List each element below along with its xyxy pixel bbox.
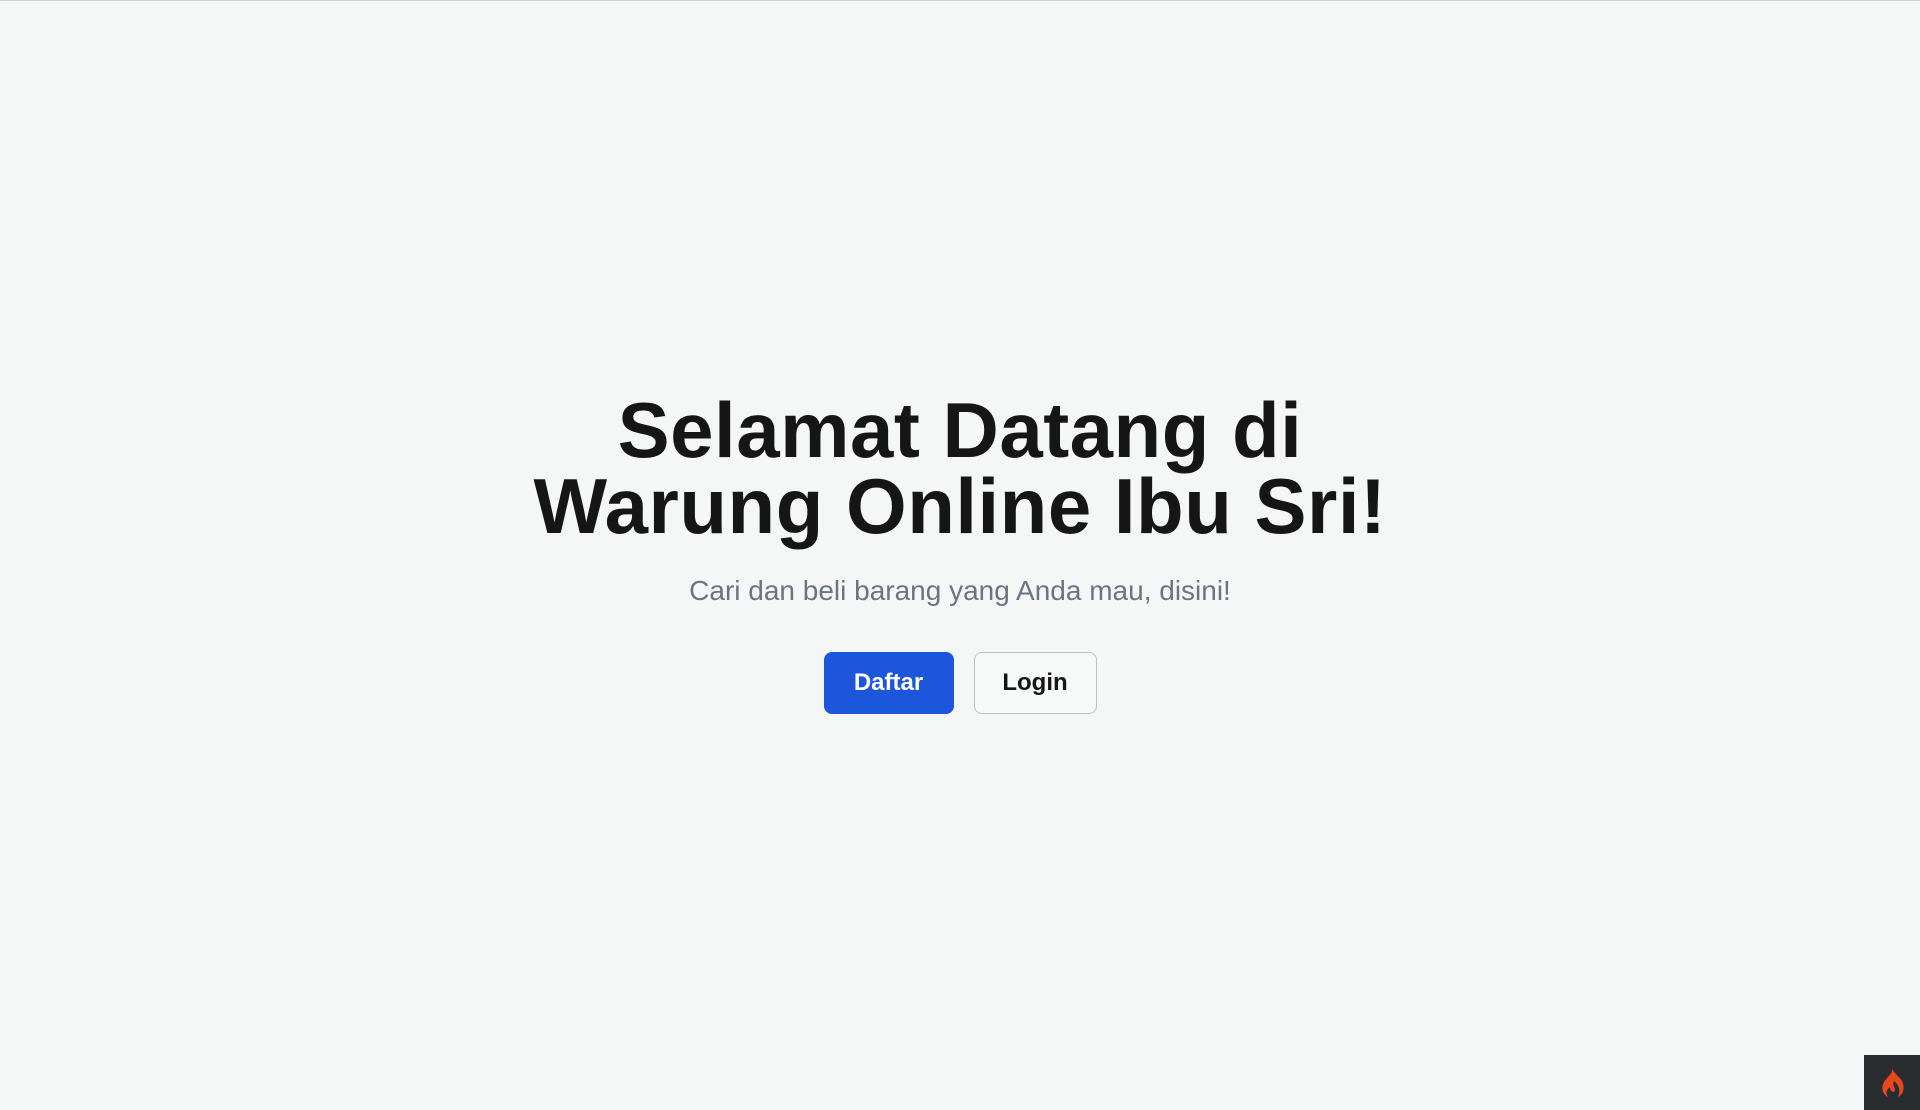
- corner-badge[interactable]: [1864, 1055, 1920, 1110]
- title-line-1: Selamat Datang di: [617, 386, 1303, 474]
- page-subtitle: Cari dan beli barang yang Anda mau, disi…: [689, 575, 1231, 606]
- action-buttons: Daftar Login: [823, 652, 1097, 714]
- hero-section: Selamat Datang di Warung Online Ibu Sri!…: [0, 391, 1920, 714]
- flame-icon: [1882, 1067, 1904, 1097]
- register-button[interactable]: Daftar: [823, 652, 954, 714]
- login-button[interactable]: Login: [973, 652, 1097, 714]
- top-border: [0, 0, 1920, 1]
- title-line-2: Warung Online Ibu Sri!: [533, 462, 1387, 550]
- page-title: Selamat Datang di Warung Online Ibu Sri!: [533, 391, 1386, 545]
